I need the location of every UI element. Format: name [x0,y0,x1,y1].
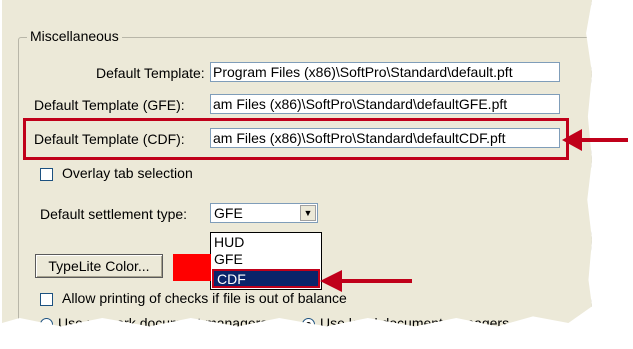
default-template-cdf-field[interactable]: am Files (x86)\SoftPro\Standard\defaultC… [210,128,560,148]
settlement-type-label: Default settlement type: [40,206,188,222]
arrow-to-cdf-template-icon [562,129,628,151]
overlay-tab-label: Overlay tab selection [62,165,193,181]
default-template-gfe-value: am Files (x86)\SoftPro\Standard\defaultG… [213,96,508,112]
dropdown-option-cdf-label: CDF [217,271,246,287]
allow-printing-checkbox[interactable] [40,293,53,306]
dropdown-option-hud[interactable]: HUD [214,234,244,251]
dialog-screenshot: Miscellaneous Default Template: Program … [2,0,592,331]
local-document-managers-radio[interactable] [302,318,315,327]
settlement-type-dropdown: HUD GFE CDF [210,232,322,290]
dropdown-option-gfe[interactable]: GFE [214,251,243,268]
dropdown-option-cdf[interactable]: CDF [212,269,320,288]
settlement-type-select[interactable]: GFE ▼ [210,203,318,223]
settlement-type-value: GFE [214,205,243,221]
typelite-color-swatch [173,254,211,281]
default-template-cdf-label: Default Template (CDF): [34,131,185,147]
typelite-color-button[interactable]: TypeLite Color... [35,254,163,278]
default-template-field[interactable]: Program Files (x86)\SoftPro\Standard\def… [210,62,560,82]
group-title: Miscellaneous [27,28,122,44]
default-template-cdf-value: am Files (x86)\SoftPro\Standard\defaultC… [213,130,506,146]
local-document-managers-label: Use local document managers [320,315,510,331]
network-document-managers-radio[interactable] [40,318,53,327]
chevron-down-icon[interactable]: ▼ [300,205,316,221]
network-document-managers-label: Use network document managers [58,315,268,331]
default-template-gfe-field[interactable]: am Files (x86)\SoftPro\Standard\defaultG… [210,94,560,114]
allow-printing-label: Allow printing of checks if file is out … [62,290,347,306]
default-template-gfe-label: Default Template (GFE): [34,97,185,113]
default-template-value: Program Files (x86)\SoftPro\Standard\def… [213,64,513,80]
default-template-label: Default Template: [96,65,205,81]
overlay-tab-checkbox[interactable] [40,168,53,181]
arrow-to-cdf-option-icon [320,270,412,292]
